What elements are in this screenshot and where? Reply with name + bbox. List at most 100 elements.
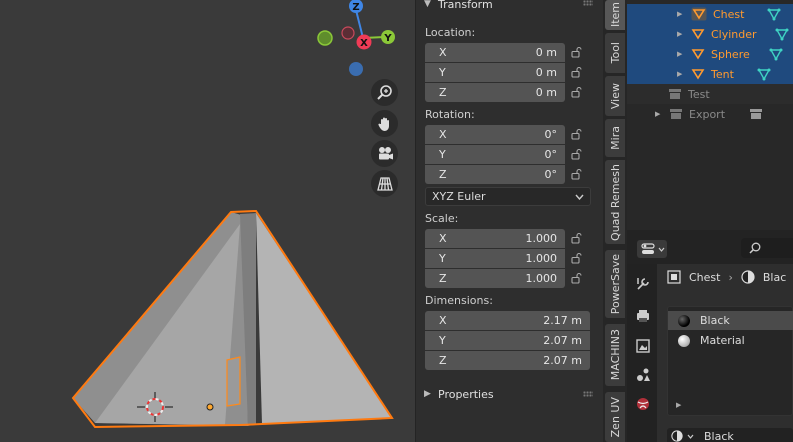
gizmo-y-neg[interactable]: [317, 30, 333, 46]
3d-viewport[interactable]: Z Y X: [0, 0, 415, 442]
collection-box-icon[interactable]: [749, 108, 763, 120]
tab-label: Tool: [608, 42, 622, 64]
zoom-icon[interactable]: [371, 79, 398, 106]
sidebar-tabs: Item Tool View Mira Quad Remesh PowerSav…: [603, 0, 627, 442]
tab-quad-remesh[interactable]: Quad Remesh: [605, 160, 625, 244]
drag-grip-icon[interactable]: [583, 391, 593, 397]
outliner-label: Clyinder: [711, 27, 757, 41]
material-slot-list[interactable]: Black Material ▶: [667, 306, 793, 416]
dimensions-y-field[interactable]: Y 2.07 m: [425, 331, 590, 350]
rotation-label: Rotation:: [425, 108, 475, 121]
tab-item[interactable]: Item: [605, 0, 625, 30]
outliner-item-clyinder[interactable]: ▶ Clyinder: [627, 24, 793, 44]
mesh-data-icon[interactable]: [767, 8, 781, 21]
rotation-y-field[interactable]: Y 0°: [425, 145, 565, 164]
tab-powersave[interactable]: PowerSave: [605, 250, 625, 318]
outliner-label: Tent: [711, 67, 734, 81]
expand-arrow-icon[interactable]: ▶: [677, 70, 685, 78]
mesh-data-icon[interactable]: [775, 28, 789, 41]
hand-pan-icon[interactable]: [371, 110, 398, 137]
axis-label: Z: [439, 354, 447, 367]
lock-icon[interactable]: [570, 168, 582, 180]
rotation-mode-dropdown[interactable]: XYZ Euler: [425, 187, 591, 206]
lock-icon[interactable]: [570, 148, 582, 160]
scene-canvas[interactable]: Z Y X: [0, 0, 415, 442]
camera-icon[interactable]: [371, 140, 398, 167]
image-output-icon[interactable]: [635, 338, 651, 354]
dimensions-z-field[interactable]: Z 2.07 m: [425, 351, 590, 370]
lock-icon[interactable]: [570, 128, 582, 140]
tab-mira[interactable]: Mira: [605, 119, 625, 157]
render-printer-icon[interactable]: [635, 308, 651, 324]
properties-panel-header[interactable]: ▶ Properties: [416, 386, 604, 402]
transform-panel-header[interactable]: ▼ Transform: [416, 0, 604, 12]
scale-y-field[interactable]: Y 1.000: [425, 249, 565, 268]
lock-icon[interactable]: [570, 252, 582, 264]
lock-icon[interactable]: [570, 66, 582, 78]
gizmo-z-neg[interactable]: [349, 62, 363, 76]
material-slot-black[interactable]: Black: [668, 311, 793, 330]
outliner-label: Export: [689, 107, 726, 121]
world-icon[interactable]: [635, 396, 651, 412]
collection-box-icon: [670, 109, 682, 119]
properties-tab-column: [627, 264, 657, 442]
location-x-field[interactable]: X 0 m: [425, 43, 565, 62]
scale-x-field[interactable]: X 1.000: [425, 229, 565, 248]
lock-icon[interactable]: [570, 232, 582, 244]
location-y-field[interactable]: Y 0 m: [425, 63, 565, 82]
expand-arrow-icon[interactable]: ▶: [677, 30, 685, 38]
expand-arrow-icon[interactable]: ▶: [676, 401, 681, 409]
axis-label: Y: [439, 148, 446, 161]
material-slot-label: Material: [700, 334, 745, 347]
material-slot-label: Black: [700, 314, 730, 327]
expand-arrow-icon[interactable]: ▶: [677, 10, 685, 18]
lock-icon[interactable]: [570, 46, 582, 58]
expand-arrow-icon[interactable]: ▶: [655, 110, 663, 118]
breadcrumb-object: Chest: [689, 270, 721, 284]
rotation-z-field[interactable]: Z 0°: [425, 165, 565, 184]
tab-zen-uv[interactable]: Zen UV: [605, 392, 625, 442]
mesh-data-icon[interactable]: [769, 48, 783, 61]
expand-arrow-icon[interactable]: ▶: [677, 50, 685, 58]
chevron-down-icon: [687, 434, 694, 439]
outliner-item-sphere[interactable]: ▶ Sphere: [627, 44, 793, 64]
breadcrumb-separator-icon: ›: [728, 270, 733, 284]
material-slot-material[interactable]: Material: [668, 331, 793, 350]
field-value: 2.07 m: [543, 354, 582, 367]
field-value: 0°: [544, 168, 558, 181]
tab-label: PowerSave: [608, 253, 622, 315]
outliner-label: Test: [688, 87, 710, 101]
tent-object[interactable]: [71, 209, 394, 429]
lock-icon[interactable]: [570, 86, 582, 98]
search-input[interactable]: [741, 238, 793, 258]
drag-grip-icon[interactable]: [583, 0, 593, 6]
gizmo-z-label: Z: [352, 2, 359, 13]
mesh-data-icon[interactable]: [757, 68, 771, 81]
axis-label: Y: [439, 66, 446, 79]
editor-type-dropdown[interactable]: [637, 240, 667, 258]
outliner-item-chest[interactable]: ▶ Chest: [627, 4, 793, 24]
location-z-field[interactable]: Z 0 m: [425, 83, 565, 102]
perspective-grid-icon[interactable]: [371, 170, 398, 197]
scene-icon[interactable]: [635, 367, 651, 383]
tab-machin3[interactable]: MACHIN3: [605, 324, 625, 386]
gizmo-x-neg[interactable]: [341, 26, 355, 40]
outliner-collection-test[interactable]: Test: [627, 84, 793, 104]
axis-label: Y: [439, 252, 446, 265]
tool-wrench-icon[interactable]: [635, 276, 651, 292]
rotation-x-field[interactable]: X 0°: [425, 125, 565, 144]
lock-icon[interactable]: [570, 272, 582, 284]
outliner-collection-export[interactable]: ▶ Export: [627, 104, 793, 124]
navigation-gizmo[interactable]: Z Y X: [317, 0, 395, 76]
breadcrumb: Chest › Blac: [667, 270, 786, 284]
dimensions-x-field[interactable]: X 2.17 m: [425, 311, 590, 330]
material-browse-field[interactable]: Black: [667, 428, 793, 442]
tab-view[interactable]: View: [605, 76, 625, 116]
rotation-mode-value: XYZ Euler: [432, 190, 486, 203]
mesh-object-icon: [691, 29, 705, 40]
scale-z-field[interactable]: Z 1.000: [425, 269, 565, 288]
outliner-item-tent[interactable]: ▶ Tent: [627, 64, 793, 84]
axis-label: X: [439, 128, 447, 141]
location-label: Location:: [425, 26, 476, 39]
tab-tool[interactable]: Tool: [605, 33, 625, 73]
